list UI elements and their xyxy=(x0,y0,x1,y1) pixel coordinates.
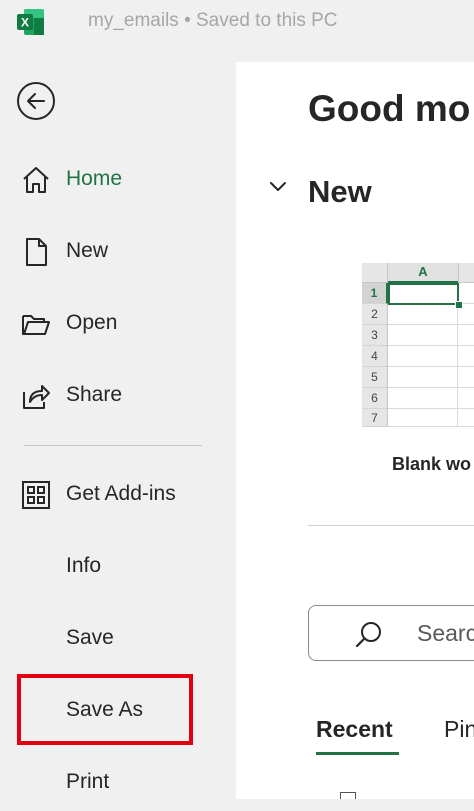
row-header: 6 xyxy=(362,388,388,409)
back-button[interactable] xyxy=(17,82,55,120)
chevron-down-icon[interactable] xyxy=(268,180,288,194)
greeting-heading: Good mo xyxy=(308,88,471,129)
grid-cell xyxy=(388,304,458,325)
row-header: 2 xyxy=(362,304,388,325)
grid-cell xyxy=(458,409,474,427)
tab-pinned[interactable]: Pin xyxy=(444,716,474,743)
excel-logo-letter: X xyxy=(21,16,29,30)
sidebar-item-label: Share xyxy=(66,383,123,406)
share-icon xyxy=(23,385,50,409)
sidebar-item-info[interactable]: Info xyxy=(0,539,236,595)
search-box[interactable] xyxy=(308,605,474,661)
title-bar: X my_emails • Saved to this PC xyxy=(0,0,474,44)
grid-cell xyxy=(458,388,474,409)
grid-cell xyxy=(388,346,458,367)
sidebar-divider xyxy=(24,445,202,446)
row-header: 3 xyxy=(362,325,388,346)
sidebar-item-new[interactable]: New xyxy=(0,224,236,280)
blank-workbook-thumbnail[interactable]: A 1 2 3 4 5 6 7 xyxy=(362,263,474,427)
column-header-b xyxy=(458,263,474,283)
sidebar-item-home[interactable]: Home xyxy=(0,152,236,208)
sidebar-item-label: Home xyxy=(66,167,123,190)
sidebar-item-label: Save xyxy=(66,626,114,649)
active-cell xyxy=(388,283,459,305)
grid-cell xyxy=(388,409,458,427)
new-document-icon xyxy=(26,238,47,266)
save-as-highlight-box xyxy=(17,674,193,745)
home-icon xyxy=(23,167,49,193)
document-title: my_emails • Saved to this PC xyxy=(88,10,338,31)
grid-corner xyxy=(362,263,388,283)
grid-cell xyxy=(388,388,458,409)
sidebar-item-label: Open xyxy=(66,311,118,334)
row-header: 1 xyxy=(362,283,388,304)
open-folder-icon xyxy=(22,315,50,335)
sidebar-item-open[interactable]: Open xyxy=(0,296,236,352)
search-icon xyxy=(355,622,381,648)
sidebar-item-label: Info xyxy=(66,554,102,577)
search-input[interactable] xyxy=(417,618,474,648)
fill-handle xyxy=(455,301,463,309)
new-section-heading: New xyxy=(308,174,372,209)
sidebar-item-share[interactable]: Share xyxy=(0,368,236,424)
row-header: 4 xyxy=(362,346,388,367)
grid-cell xyxy=(388,367,458,388)
tab-selected-underline xyxy=(316,752,399,755)
row-header: 5 xyxy=(362,367,388,388)
sidebar-item-print[interactable]: Print xyxy=(0,755,236,811)
sidebar-item-get-add-ins[interactable]: Get Add-ins xyxy=(0,467,236,523)
row-header: 7 xyxy=(362,409,388,427)
excel-logo-icon: X xyxy=(17,9,44,35)
sidebar-item-label: Print xyxy=(66,770,110,793)
blank-workbook-label[interactable]: Blank wo xyxy=(392,454,471,475)
column-header-a: A xyxy=(388,263,458,283)
grid-cell xyxy=(388,325,458,346)
add-ins-grid-icon xyxy=(22,481,50,509)
grid-cell xyxy=(458,367,474,388)
tab-recent[interactable]: Recent xyxy=(316,716,393,743)
sidebar-item-label: New xyxy=(66,239,109,262)
document-icon xyxy=(340,792,356,799)
sidebar-item-save[interactable]: Save xyxy=(0,611,236,667)
sidebar-item-label: Get Add-ins xyxy=(66,482,176,505)
back-arrow-icon xyxy=(27,93,45,109)
grid-cell xyxy=(458,346,474,367)
section-divider xyxy=(308,525,474,526)
grid-cell xyxy=(458,325,474,346)
backstage-main: Good mo New A 1 2 3 4 5 6 7 Blank wo Sea… xyxy=(236,62,474,799)
